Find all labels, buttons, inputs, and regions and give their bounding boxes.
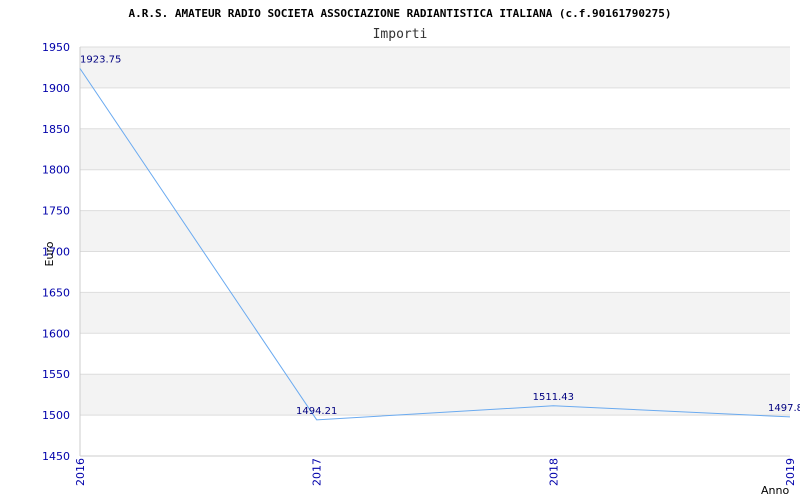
x-tick-labels: 2016 2017 2018 2019	[74, 458, 797, 486]
chart-title: A.R.S. AMATEUR RADIO SOCIETA ASSOCIAZION…	[128, 7, 671, 20]
y-tick-label: 1950	[42, 41, 70, 54]
y-tick-label: 1650	[42, 286, 70, 299]
x-tick-label: 2017	[311, 458, 324, 486]
y-tick-label: 1900	[42, 82, 70, 95]
grid-band	[80, 47, 790, 88]
y-axis-label: Euro	[43, 241, 56, 266]
grid-band	[80, 251, 790, 293]
data-label: 1511.43	[533, 392, 574, 403]
grid-band	[80, 333, 790, 375]
grid-band	[80, 374, 790, 416]
chart-subtitle: Importi	[373, 27, 428, 42]
y-tick-label: 1450	[42, 450, 70, 463]
x-axis-label: Anno	[761, 484, 789, 497]
y-tick-label: 1850	[42, 123, 70, 136]
x-tick-label: 2018	[547, 458, 560, 486]
x-tick-label: 2016	[74, 458, 87, 486]
grid-band	[80, 128, 790, 170]
y-tick-label: 1600	[42, 327, 70, 340]
x-tick-label: 2019	[784, 458, 797, 486]
y-tick-label: 1500	[42, 409, 70, 422]
grid-band	[80, 169, 790, 211]
line-chart: 1450150015501600165017001750180018501900…	[42, 7, 800, 497]
y-tick-label: 1550	[42, 368, 70, 381]
data-label: 1497.8	[768, 403, 800, 414]
grid-band	[80, 292, 790, 334]
grid-band	[80, 415, 790, 456]
y-tick-label: 1750	[42, 205, 70, 218]
y-tick-label: 1800	[42, 164, 70, 177]
grid-band	[80, 210, 790, 252]
data-label: 1494.21	[296, 406, 337, 417]
data-label: 1923.75	[80, 54, 121, 65]
grid-band	[80, 87, 790, 129]
